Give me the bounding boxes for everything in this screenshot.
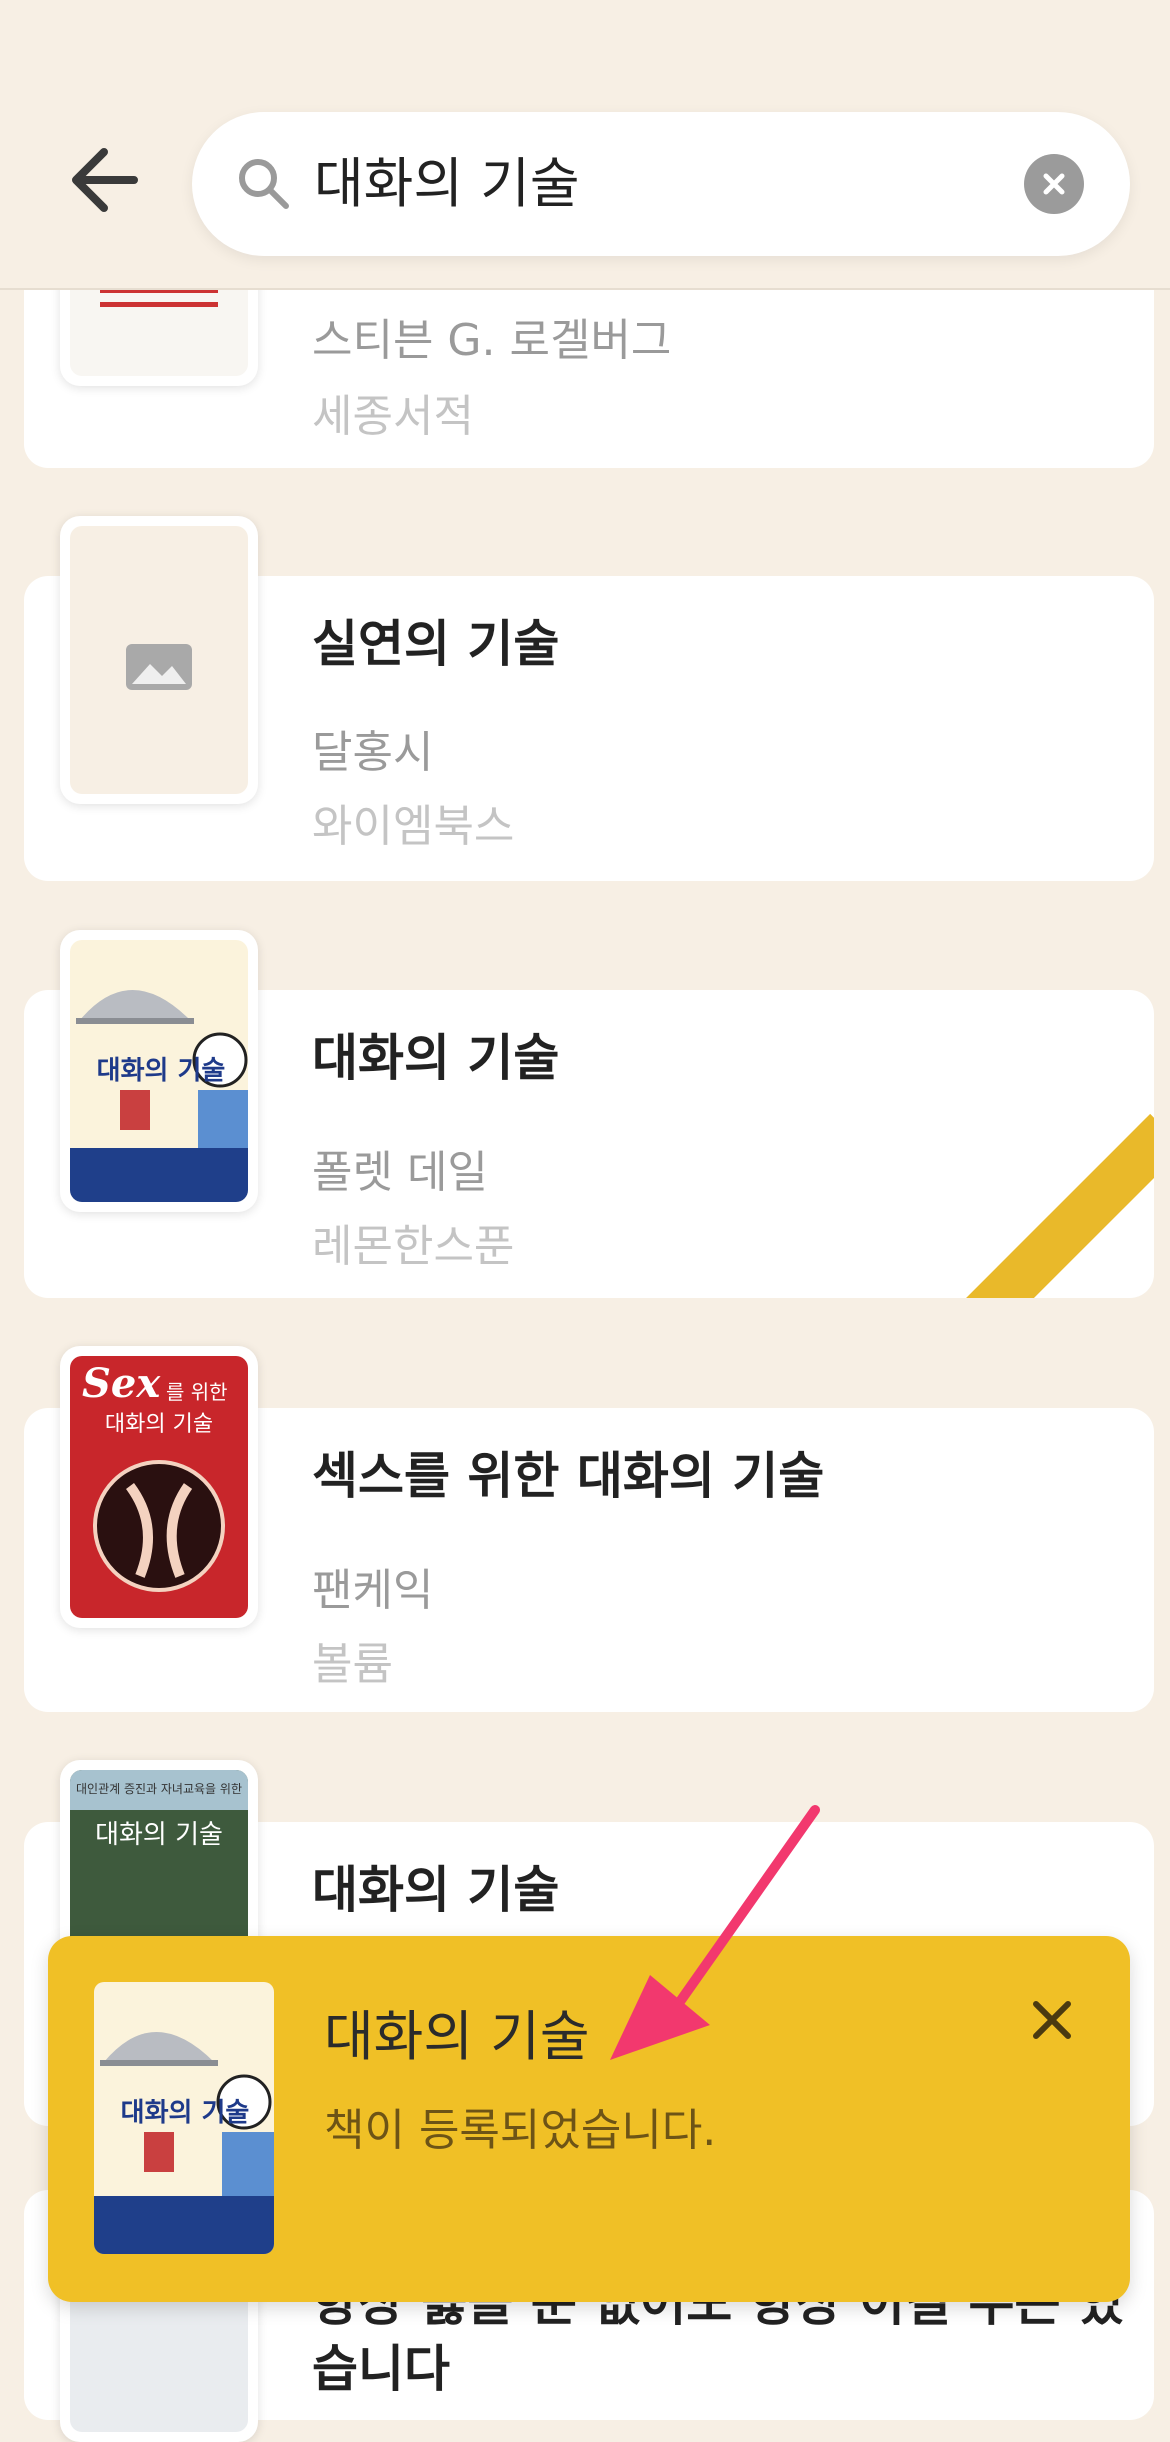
toast-book-cover: 대화의 기술 [94,1982,274,2254]
cover-title: 대화의 기술 [95,1820,223,1850]
cover-title: 대화의 기술 [96,1056,226,1086]
close-icon [1043,173,1065,195]
book-title: 섹스를 위한 대화의 기술 [312,1447,825,1505]
registration-toast: 대화의 기술 대화의 기술 책이 등록되었습니다. [48,1936,1130,2302]
book-publisher: 와이엠북스 [312,801,515,852]
book-cover: Sex 를 위한 대화의 기술 [60,1346,258,1628]
book-cover [60,516,258,804]
search-icon [239,159,289,209]
search-input[interactable]: 대화의 기술 [192,112,1130,256]
book-author: 폴렛 데일 [312,1147,488,1198]
book-author: 스티븐 G. 로겔버그 [312,315,672,366]
book-author: 달홍시 [312,727,434,778]
arrow-left-icon [72,148,138,212]
book-publisher: 세종서적 [312,391,474,442]
toast-message: 책이 등록되었습니다. [324,2105,717,2156]
back-button[interactable] [64,140,154,220]
registered-ribbon [923,1113,1154,1298]
search-header: 대화의 기술 [0,0,1170,290]
book-title: 대화의 기술 [312,1029,560,1087]
image-placeholder-icon [126,644,192,690]
book-title: 대화의 기술 [312,1861,560,1919]
clear-search-button[interactable] [1024,154,1084,214]
toast-close-button[interactable] [1024,1992,1080,2048]
book-author: 팬케익 [312,1565,434,1616]
annotation-arrow-icon [610,1805,820,2060]
book-title: 실연의 기술 [312,615,560,673]
cover-text-top: 대인관계 증진과 자녀교육을 위한 [75,1782,242,1796]
search-query[interactable]: 대화의 기술 [314,148,580,220]
book-cover: 대화의 기술 [60,930,258,1212]
toast-title: 대화의 기술 [324,2005,590,2068]
close-icon [1033,2001,1071,2039]
book-publisher: 레몬한스푼 [312,1221,515,1272]
book-publisher: 볼륨 [312,1639,393,1690]
toast-cover-title: 대화의 기술 [120,2098,250,2128]
